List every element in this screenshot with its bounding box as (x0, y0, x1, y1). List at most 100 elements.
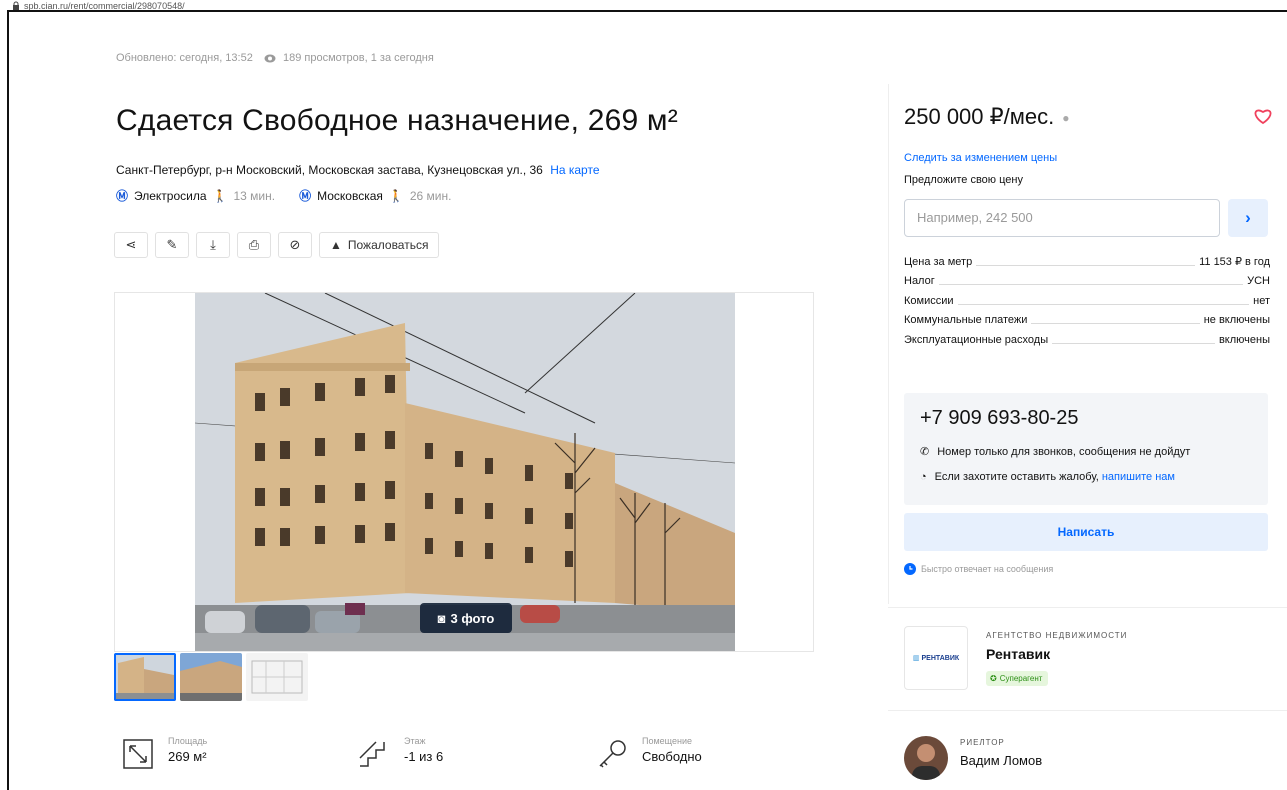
feature-area: Площадь 269 м² (120, 736, 207, 772)
walk-icon: 🚶 (388, 188, 404, 203)
thumbnail-1[interactable] (114, 653, 176, 701)
lock-icon (13, 1, 19, 10)
note-button[interactable]: ✎ (155, 232, 189, 258)
metro-icon: Ⓜ (116, 189, 129, 203)
complaint-link[interactable]: напишите нам (1102, 471, 1175, 483)
price-info-icon[interactable]: ● (1062, 111, 1069, 125)
feature-floor: Этаж -1 из 6 (356, 736, 443, 772)
area-icon (123, 739, 153, 769)
superagent-text: Суперагент (999, 674, 1043, 683)
price-value: 250 000 ₽/мес. (904, 104, 1055, 129)
listing-meta: Обновлено: сегодня, 13:52 189 просмотров… (116, 52, 434, 64)
realtor-card (888, 710, 1287, 790)
metro-list: Ⓜ Электросила 🚶 13 мин. Ⓜ Московская 🚶 2… (116, 187, 469, 204)
param-key: Эксплуатационные расходы (904, 333, 1049, 346)
write-message-button[interactable]: Написать (904, 513, 1268, 551)
price-params: Цена за метр 11 153 ₽ в год Налог УСН Коми… (904, 252, 1270, 350)
agency-logo[interactable]: ▥ РЕНТАВИК (904, 626, 968, 690)
print-button[interactable]: ⎙ (237, 232, 271, 258)
param-row: Комиссии нет (904, 291, 1270, 311)
printer-icon: ⎙ (248, 237, 260, 252)
realtor-type: РИЕЛТОР (960, 738, 1005, 747)
phone-box: +7 909 693-80-25 ✆ Номер только для звонк… (904, 393, 1268, 505)
download-button[interactable]: ⤓ (196, 232, 230, 258)
thumbnail-3[interactable] (246, 653, 308, 701)
phone-note: ✆ Номер только для звонков, сообщения не … (920, 445, 1190, 459)
price: 250 000 ₽/мес. ● (904, 104, 1069, 130)
walk-icon: 🚶 (212, 188, 228, 203)
hide-icon: ⊘ (289, 237, 301, 252)
photo-count-button[interactable]: ◙ 3 фото (420, 603, 512, 633)
feature-label: Площадь (168, 736, 208, 746)
metro-time-1: 13 мин. (233, 188, 276, 203)
param-value: не включены (1203, 314, 1270, 326)
address: Санкт-Петербург, р-н Московский, Московс… (116, 163, 600, 177)
headset-icon: ◔ (920, 471, 927, 483)
map-link[interactable]: На карте (550, 163, 599, 177)
eye-icon (264, 54, 276, 63)
param-row: Цена за метр 11 153 ₽ в год (904, 252, 1270, 272)
feature-premises: Помещение Свободно (594, 736, 702, 772)
metro-icon: Ⓜ (299, 189, 312, 203)
warning-icon: ▲ (330, 238, 342, 252)
param-key: Налог (904, 275, 935, 287)
complaint-note: ◔ Если захотите оставить жалобу, напишите… (920, 471, 1175, 483)
param-value: 11 153 ₽ в год (1199, 255, 1270, 268)
share-button[interactable]: ⋖ (114, 232, 148, 258)
complaint-text: Если захотите оставить жалобу, (934, 471, 1099, 483)
features-row: Площадь 269 м² Этаж -1 из 6 Помещение Свобо… (116, 736, 816, 786)
camera-icon: ◙ (437, 610, 446, 626)
report-button[interactable]: ▲ Пожаловаться (319, 232, 440, 258)
param-key: Цена за метр (904, 255, 973, 268)
page-title: Сдается Свободное назначение, 269 м² (116, 104, 678, 137)
param-row: Коммунальные платежи не включены (904, 311, 1270, 331)
chevron-right-icon: › (1245, 208, 1251, 227)
fast-reply-text: Быстро отвечает на сообщения (921, 564, 1054, 574)
metro-station-2[interactable]: Московская (317, 189, 383, 203)
photo-count: 3 фото (450, 610, 495, 626)
hide-button[interactable]: ⊘ (278, 232, 312, 258)
main-photo[interactable] (195, 293, 735, 651)
param-row: Налог УСН (904, 272, 1270, 292)
param-key: Коммунальные платежи (904, 314, 1028, 326)
feature-label: Помещение (642, 736, 692, 746)
views-text: 189 просмотров, 1 за сегодня (282, 52, 434, 64)
param-row: Эксплуатационные расходы включены (904, 330, 1270, 350)
stairs-icon (359, 741, 385, 767)
realtor-name[interactable]: Вадим Ломов (960, 753, 1042, 768)
watch-price-link[interactable]: Следить за изменением цены (904, 152, 1057, 164)
offer-price-input[interactable]: Например, 242 500 (904, 199, 1220, 237)
thumbnail-2[interactable] (180, 653, 242, 701)
feature-value: 269 м² (168, 749, 207, 764)
share-icon: ⋖ (125, 237, 137, 252)
favorite-heart-icon[interactable] (1253, 107, 1273, 125)
phone-number[interactable]: +7 909 693-80-25 (920, 407, 1078, 430)
star-icon: ✪ (990, 674, 997, 683)
clock-icon (904, 563, 916, 575)
feature-value: -1 из 6 (404, 749, 444, 764)
param-value: нет (1253, 294, 1270, 307)
key-icon (599, 740, 626, 768)
feature-label: Этаж (404, 736, 426, 746)
agency-logo-icon: ▥ (912, 655, 920, 662)
fast-reply: Быстро отвечает на сообщения (904, 563, 1053, 575)
agency-type: АГЕНТСТВО НЕДВИЖИМОСТИ (986, 631, 1128, 640)
listing-toolbar: ⋖ ✎ ⤓ ⎙ ⊘ ▲ Пожаловаться (114, 232, 440, 258)
address-text: Санкт-Петербург, р-н Московский, Московс… (116, 163, 543, 177)
metro-station-1[interactable]: Электросила (134, 189, 207, 203)
param-key: Комиссии (904, 294, 954, 307)
report-label: Пожаловаться (347, 238, 429, 252)
agency-name[interactable]: Рентавик (986, 646, 1050, 662)
offer-submit-button[interactable]: › (1228, 199, 1268, 237)
metro-time-2: 26 мин. (409, 188, 452, 203)
param-value: УСН (1247, 275, 1270, 287)
offer-label: Предложите свою цену (904, 174, 1023, 186)
download-icon: ⤓ (210, 237, 216, 252)
updated-text: Обновлено: сегодня, 13:52 (116, 52, 253, 64)
avatar[interactable] (904, 736, 948, 780)
superagent-badge: ✪ Суперагент (986, 671, 1049, 686)
agency-logo-text: РЕНТАВИК (921, 654, 960, 662)
photo-gallery[interactable] (114, 292, 814, 652)
thumbnail-strip (114, 653, 308, 701)
param-value: включены (1218, 333, 1270, 346)
